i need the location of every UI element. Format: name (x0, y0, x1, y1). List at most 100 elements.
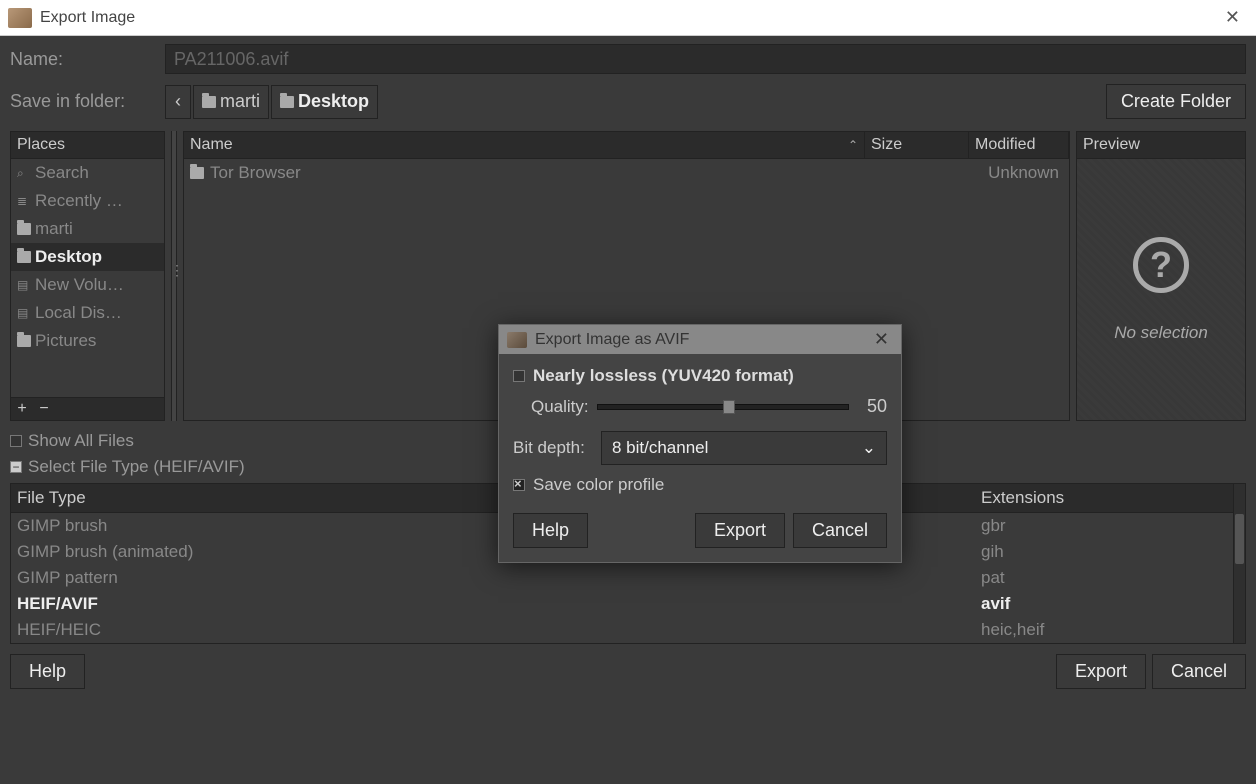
bitdepth-row: Bit depth: 8 bit/channel ⌄ (513, 431, 887, 465)
folder-row: Save in folder: ‹ marti Desktop Create F… (10, 84, 1246, 119)
file-row[interactable]: Tor Browser Unknown (184, 159, 1069, 187)
file-name: Tor Browser (210, 163, 301, 183)
filename-input[interactable] (165, 44, 1246, 74)
export-button[interactable]: Export (1056, 654, 1146, 689)
name-label: Name: (10, 49, 165, 70)
places-header: Places (11, 132, 164, 159)
place-newvolume[interactable]: ▤ New Volu… (11, 271, 164, 299)
bitdepth-select[interactable]: 8 bit/channel ⌄ (601, 431, 887, 465)
column-size[interactable]: Size (865, 132, 969, 158)
clock-icon: ≣ (17, 194, 31, 208)
export-avif-dialog: Export Image as AVIF ✕ Nearly lossless (… (498, 324, 902, 563)
app-icon (507, 332, 527, 348)
breadcrumb: ‹ marti Desktop (165, 85, 378, 119)
place-localdisk[interactable]: ▤ Local Dis… (11, 299, 164, 327)
quality-slider[interactable] (597, 404, 849, 410)
close-icon[interactable]: ✕ (870, 329, 893, 350)
no-selection-text: No selection (1114, 323, 1208, 343)
place-label: marti (35, 219, 73, 239)
drive-icon: ▤ (17, 278, 31, 292)
folder-icon (17, 251, 31, 263)
file-size (859, 163, 963, 183)
place-label: New Volu… (35, 275, 124, 295)
breadcrumb-label: Desktop (298, 91, 369, 112)
name-row: Name: (10, 44, 1246, 74)
question-icon: ? (1133, 237, 1189, 293)
add-place-button[interactable]: + (11, 398, 33, 420)
quality-slider-row: Quality: 50 (531, 396, 887, 417)
filetype-row[interactable]: HEIF/HEICheic,heif (11, 617, 1245, 643)
folder-icon (17, 335, 31, 347)
place-label: Recently … (35, 191, 123, 211)
quality-value: 50 (857, 396, 887, 417)
places-footer: + − (11, 397, 164, 420)
breadcrumb-back-button[interactable]: ‹ (165, 85, 191, 119)
folder-icon (17, 223, 31, 235)
file-modified: Unknown (963, 163, 1063, 183)
quality-label: Quality: (531, 397, 589, 417)
place-label: Desktop (35, 247, 102, 267)
place-label: Search (35, 163, 89, 183)
filetype-scrollbar[interactable] (1233, 484, 1245, 643)
modal-help-button[interactable]: Help (513, 513, 588, 548)
breadcrumb-marti[interactable]: marti (193, 85, 269, 119)
bottom-button-bar: Help Export Cancel (10, 644, 1246, 689)
filetype-row[interactable]: HEIF/AVIFavif (11, 591, 1245, 617)
slider-thumb[interactable] (723, 400, 735, 414)
help-button[interactable]: Help (10, 654, 85, 689)
preview-panel: Preview ? No selection (1076, 131, 1246, 421)
bitdepth-label: Bit depth: (513, 438, 593, 458)
folder-icon (190, 167, 204, 179)
chevron-down-icon: ⌄ (862, 438, 876, 458)
create-folder-button[interactable]: Create Folder (1106, 84, 1246, 119)
breadcrumb-label: marti (220, 91, 260, 112)
place-label: Local Dis… (35, 303, 122, 323)
pane-resize-handle[interactable] (171, 131, 177, 421)
drive-icon: ▤ (17, 306, 31, 320)
column-modified[interactable]: Modified (969, 132, 1069, 158)
folder-icon (202, 96, 216, 108)
modal-title: Export Image as AVIF (535, 331, 870, 349)
place-marti[interactable]: marti (11, 215, 164, 243)
scrollbar-thumb[interactable] (1235, 514, 1244, 564)
window-titlebar: Export Image ✕ (0, 0, 1256, 36)
files-columns-header: Name⌃ Size Modified (184, 132, 1069, 159)
folder-icon (280, 96, 294, 108)
checkbox-icon (10, 435, 22, 447)
checkbox-icon (513, 370, 525, 382)
preview-header: Preview (1077, 132, 1245, 159)
filetype-column-ext[interactable]: Extensions (975, 484, 1245, 512)
modal-export-button[interactable]: Export (695, 513, 785, 548)
column-name[interactable]: Name⌃ (184, 132, 865, 158)
save-profile-label: Save color profile (533, 475, 664, 495)
cancel-button[interactable]: Cancel (1152, 654, 1246, 689)
preview-body: ? No selection (1077, 159, 1245, 420)
modal-footer: Help Export Cancel (513, 513, 887, 548)
folder-label: Save in folder: (10, 91, 165, 112)
place-pictures[interactable]: Pictures (11, 327, 164, 355)
places-list: ⌕ Search ≣ Recently … marti Desktop ▤ New V… (11, 159, 164, 397)
bitdepth-value: 8 bit/channel (612, 438, 708, 458)
place-desktop[interactable]: Desktop (11, 243, 164, 271)
place-search[interactable]: ⌕ Search (11, 159, 164, 187)
modal-titlebar: Export Image as AVIF ✕ (499, 325, 901, 354)
place-label: Pictures (35, 331, 96, 351)
lossless-label: Nearly lossless (YUV420 format) (533, 366, 794, 386)
select-type-label: Select File Type (HEIF/AVIF) (28, 457, 245, 477)
collapse-icon: − (10, 461, 22, 473)
breadcrumb-desktop[interactable]: Desktop (271, 85, 378, 119)
search-icon: ⌕ (17, 166, 31, 181)
places-panel: Places ⌕ Search ≣ Recently … marti Desktop… (10, 131, 165, 421)
filetype-row[interactable]: GIMP patternpat (11, 565, 1245, 591)
app-icon (8, 8, 32, 28)
lossless-checkbox[interactable]: Nearly lossless (YUV420 format) (513, 366, 887, 386)
modal-cancel-button[interactable]: Cancel (793, 513, 887, 548)
show-all-label: Show All Files (28, 431, 134, 451)
sort-asc-icon: ⌃ (848, 138, 858, 152)
window-title: Export Image (40, 9, 1217, 27)
checkbox-checked-icon (513, 479, 525, 491)
remove-place-button[interactable]: − (33, 398, 55, 420)
save-color-profile-checkbox[interactable]: Save color profile (513, 475, 887, 495)
close-icon[interactable]: ✕ (1217, 3, 1248, 32)
place-recent[interactable]: ≣ Recently … (11, 187, 164, 215)
